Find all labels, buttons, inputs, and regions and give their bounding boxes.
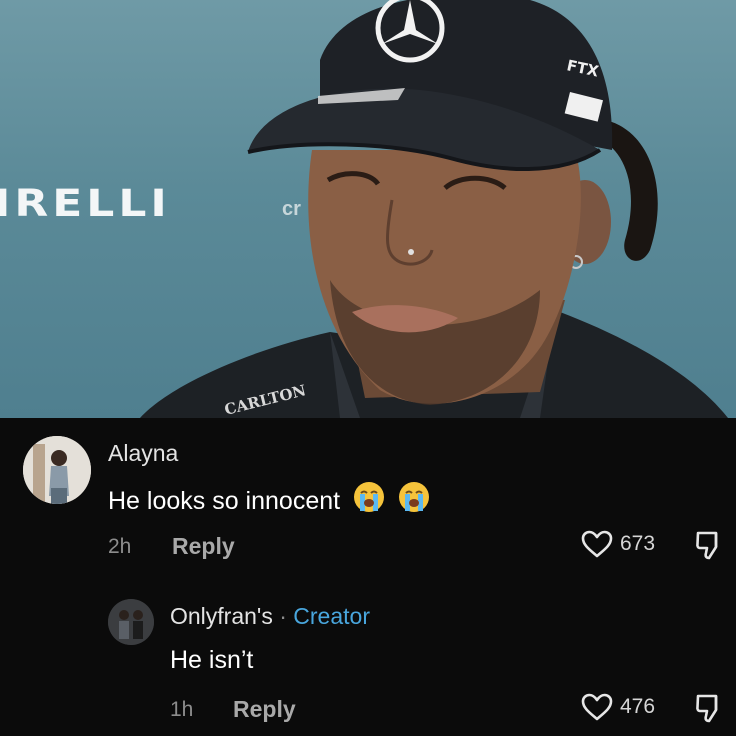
comment-text: He looks so innocent bbox=[108, 481, 430, 516]
comment-timestamp: 1h bbox=[170, 698, 194, 721]
comment-author[interactable]: Alayna bbox=[108, 440, 178, 467]
like-button[interactable]: 476 bbox=[580, 692, 655, 722]
comment-author-line: Onlyfran's · Creator bbox=[170, 603, 370, 630]
heart-outline-icon bbox=[581, 693, 613, 721]
driver-illustration: FTX CARLTON bbox=[140, 0, 728, 418]
comment-text-content: He looks so innocent bbox=[108, 487, 341, 515]
reply-button[interactable]: Reply bbox=[172, 533, 235, 560]
like-count: 673 bbox=[620, 532, 656, 555]
reply-button[interactable]: Reply bbox=[233, 696, 296, 723]
creator-badge: Creator bbox=[293, 603, 370, 629]
dislike-button[interactable] bbox=[694, 692, 724, 729]
thumbs-down-icon bbox=[696, 694, 718, 723]
loudly-crying-face-icon bbox=[354, 482, 385, 512]
author-separator: · bbox=[272, 603, 294, 629]
avatar-image bbox=[108, 599, 154, 645]
comment-text: He isn’t bbox=[170, 646, 254, 674]
like-button[interactable]: 673 bbox=[580, 529, 655, 559]
thumbs-down-icon bbox=[696, 531, 718, 560]
post-photo: IRELLI cr FTX CARLTON bbox=[0, 0, 736, 418]
comment-author[interactable]: Onlyfran's bbox=[170, 603, 273, 629]
comments-section: Alayna He looks so innocent 2h Reply 673… bbox=[0, 418, 736, 736]
dislike-button[interactable] bbox=[694, 529, 724, 566]
avatar[interactable] bbox=[23, 436, 91, 504]
loudly-crying-face-icon bbox=[399, 482, 429, 512]
avatar-image bbox=[23, 436, 91, 504]
heart-outline-icon bbox=[581, 530, 613, 558]
like-count: 476 bbox=[620, 695, 656, 718]
comment-timestamp: 2h bbox=[108, 535, 132, 558]
avatar[interactable] bbox=[108, 599, 154, 645]
